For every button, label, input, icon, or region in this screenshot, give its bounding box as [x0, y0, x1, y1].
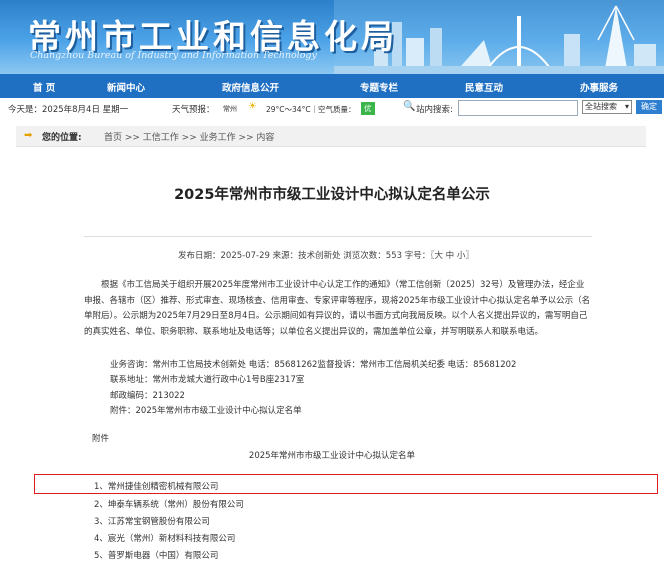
article-title: 2025年常州市市级工业设计中心拟认定名单公示 [174, 187, 490, 203]
nav-news-center[interactable]: 新闻中心 [107, 80, 145, 94]
arrow-right-icon: ➡ [24, 130, 33, 141]
breadcrumb-path[interactable]: 首页 >> 工信工作 >> 业务工作 >> 内容 [104, 130, 274, 143]
site-banner: 常州市工业和信息化局 Changzhou Bureau of Industry … [0, 0, 664, 74]
search-input[interactable] [458, 100, 578, 116]
search-label: 站内搜索: [416, 105, 453, 115]
list-item: 2、坤泰车辆系统（常州）股份有限公司 [94, 500, 244, 510]
article-body: 根据《市工信局关于组织开展2025年度常州市工业设计中心认定工作的通知》（常工信… [84, 280, 591, 337]
list-item: 3、江苏常宝钢管股份有限公司 [94, 517, 210, 527]
weather-city: 常州 [223, 105, 237, 113]
attachment-label: 附件 [92, 434, 110, 444]
list-item: 5、普罗斯电器（中国）有限公司 [94, 551, 219, 561]
air-quality-badge: 优 [361, 102, 375, 115]
chevron-down-icon: ▾ [624, 102, 629, 111]
search-scope-value: 全站搜索 [585, 102, 617, 111]
main-nav: 首 页 新闻中心 政府信息公开 专题专栏 民意互动 办事服务 [0, 74, 664, 98]
today-date: 今天是：2025年8月4日 星期一 [8, 105, 129, 115]
nav-home[interactable]: 首 页 [33, 80, 55, 94]
contact-postcode: 邮政编码：213022 [110, 391, 185, 401]
nav-gov-info[interactable]: 政府信息公开 [222, 80, 279, 94]
nav-special-topics[interactable]: 专题专栏 [360, 80, 398, 94]
search-scope-select[interactable]: 全站搜索 ▾ [582, 100, 632, 114]
list-item: 1、常州捷佳创精密机械有限公司 [94, 482, 219, 492]
article-meta: 发布日期：2025-07-29 来源：技术创新处 浏览次数：553 字号：〖大 … [178, 251, 474, 261]
attachment-title: 2025年常州市市级工业设计中心拟认定名单 [248, 451, 416, 461]
title-divider [84, 236, 592, 237]
nav-public-interaction[interactable]: 民意互动 [465, 80, 503, 94]
site-subtitle: Changzhou Bureau of Industry and Informa… [30, 50, 317, 61]
weather-temp: 29°C～34°C｜空气质量： [266, 105, 356, 114]
search-submit-button[interactable]: 确定 [636, 100, 662, 114]
weather-label: 天气预报： [172, 105, 215, 115]
list-item: 4、宸光（常州）新材料科技有限公司 [94, 534, 236, 544]
attachment-link[interactable]: 附件：2025年常州市市级工业设计中心拟认定名单 [110, 404, 302, 416]
contact-address: 联系地址：常州市龙城大道行政中心1号B座2317室 [110, 375, 305, 385]
breadcrumb-label: 您的位置: [42, 133, 82, 143]
contact-consult: 业务咨询：常州市工信局技术创新处 电话：85681262监督投诉：常州市工信局机… [110, 360, 517, 370]
breadcrumb: ➡ 您的位置: 首页 >> 工信工作 >> 业务工作 >> 内容 [16, 126, 646, 147]
search-icon: 🔍 [403, 101, 416, 112]
nav-services[interactable]: 办事服务 [580, 80, 618, 94]
sun-icon: ☀ [248, 101, 257, 112]
